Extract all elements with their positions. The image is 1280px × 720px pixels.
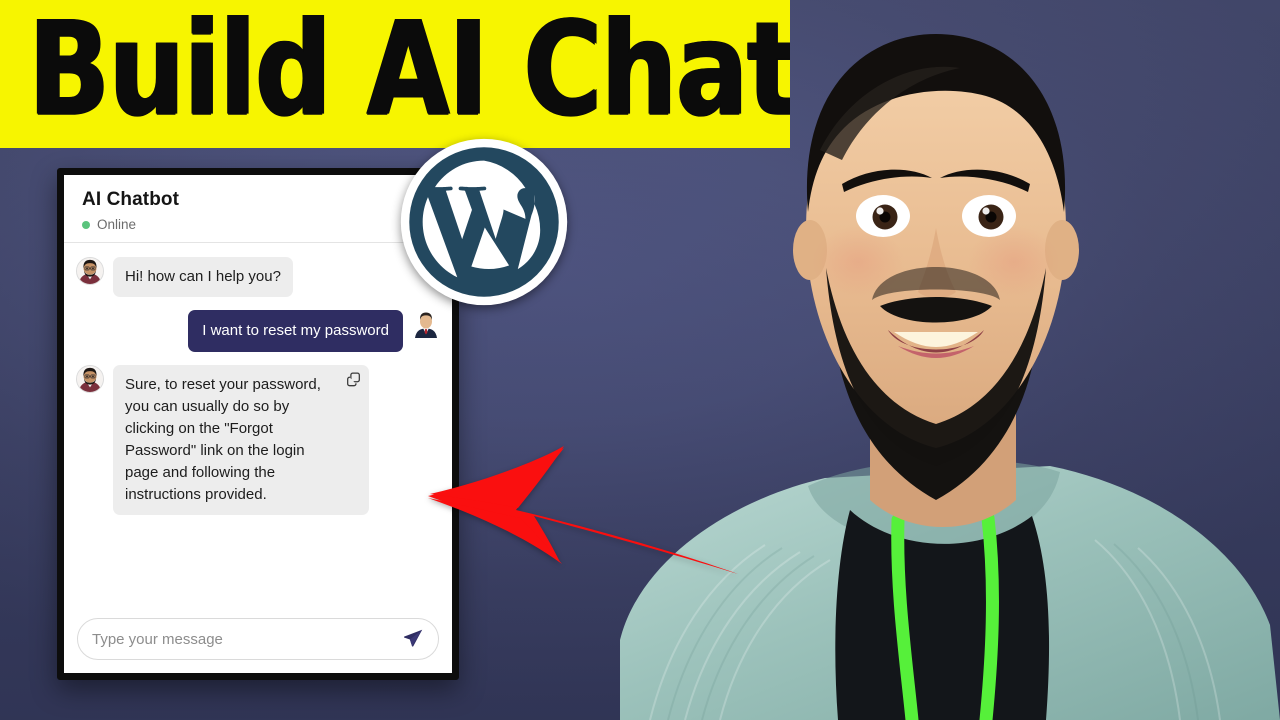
online-status-dot — [82, 220, 90, 229]
copy-icon[interactable] — [346, 372, 361, 387]
chat-header: AI Chatbot Online — [64, 175, 452, 243]
message-row-bot-greeting: Hi! how can I help you? — [76, 257, 440, 298]
message-bubble-bot-answer: Sure, to reset your password, you can us… — [113, 365, 369, 516]
message-row-bot-answer: Sure, to reset your password, you can us… — [76, 365, 440, 516]
chat-title: AI Chatbot — [82, 189, 180, 210]
input-wrapper[interactable] — [77, 618, 439, 660]
red-arrow-pointing-left — [412, 432, 742, 592]
send-button[interactable] — [400, 626, 426, 652]
message-list: Hi! how can I help you? I want to reset … — [64, 243, 452, 607]
message-input[interactable] — [92, 630, 400, 648]
user-avatar — [412, 310, 440, 339]
message-text: Sure, to reset your password, you can us… — [125, 376, 321, 504]
message-bubble-user: I want to reset my password — [188, 310, 403, 353]
title-banner: Build AI Chatbot — [0, 0, 790, 148]
bot-avatar — [76, 257, 104, 285]
bot-avatar — [76, 365, 104, 394]
page-title: Build AI Chatbot — [28, 0, 790, 146]
paper-plane-send-icon — [402, 627, 424, 652]
status-label: Online — [97, 217, 137, 232]
message-bubble-bot: Hi! how can I help you? — [113, 257, 293, 298]
wordpress-logo — [398, 136, 570, 308]
message-row-user: I want to reset my password — [76, 310, 440, 353]
message-composer — [64, 607, 452, 673]
status-row: Online — [82, 217, 434, 232]
